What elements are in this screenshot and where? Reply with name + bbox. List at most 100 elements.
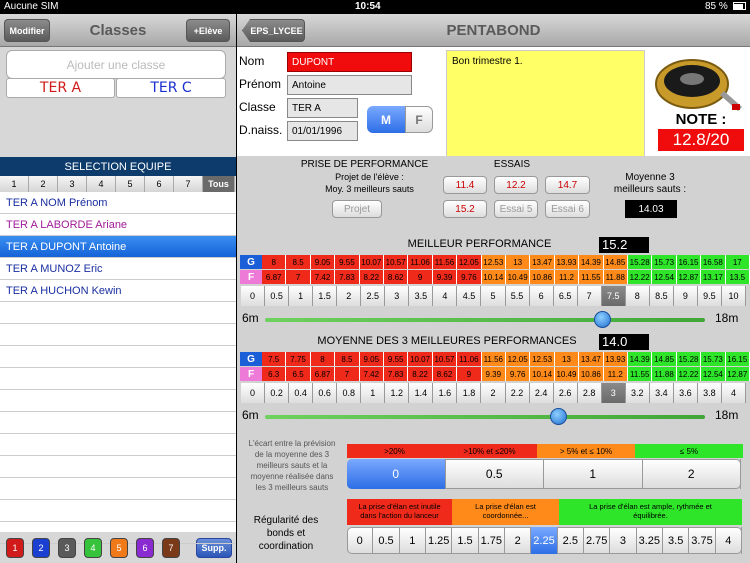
regularite-option[interactable]: 2.5 [558, 527, 584, 554]
avg-scale-option[interactable]: 1.2 [385, 383, 410, 403]
avg-scale-option[interactable]: 2 [481, 383, 506, 403]
team-color-button-6[interactable]: 6 [136, 538, 154, 558]
avg-scale-option[interactable]: 0.2 [265, 383, 290, 403]
avg-scale-option[interactable]: 3 [601, 383, 626, 403]
best-scale-option[interactable]: 3.5 [409, 286, 434, 306]
best-scale-option[interactable]: 6.5 [553, 286, 578, 306]
comment-box[interactable]: Bon trimestre 1. [446, 50, 645, 157]
regularite-option[interactable]: 1.5 [452, 527, 479, 554]
avg-scale-option[interactable]: 1 [361, 383, 386, 403]
nom-field[interactable]: DUPONT [287, 52, 412, 72]
team-tab-4[interactable]: 4 [87, 176, 116, 192]
ecart-option[interactable]: 1 [544, 459, 643, 489]
class-button-ter-a[interactable]: TER A [6, 78, 115, 98]
avg-scale-option[interactable]: 3.8 [697, 383, 722, 403]
best-scale-option[interactable]: 2 [337, 286, 362, 306]
team-tab-1[interactable]: 1 [0, 176, 29, 192]
avg-scale-option[interactable]: 1.6 [433, 383, 458, 403]
best-scale-option[interactable]: 10 [721, 286, 746, 306]
essai-6[interactable]: Essai 6 [545, 200, 590, 218]
ecart-option[interactable]: 0 [347, 459, 446, 489]
avg-scale-option[interactable]: 4 [721, 383, 746, 403]
team-tab-tous[interactable]: Tous [203, 176, 235, 192]
student-row[interactable]: TER A HUCHON Kewin [0, 280, 236, 302]
gender-m-button[interactable]: M [367, 106, 405, 133]
best-scale-option[interactable]: 5.5 [505, 286, 530, 306]
regularite-option[interactable]: 3.75 [689, 527, 716, 554]
regularite-option[interactable]: 3.25 [637, 527, 663, 554]
avg-scale-option[interactable]: 3.2 [625, 383, 650, 403]
avg-scale-option[interactable]: 1.4 [409, 383, 434, 403]
avg-scale-option[interactable]: 2.8 [577, 383, 602, 403]
team-color-button-3[interactable]: 3 [58, 538, 76, 558]
regularite-option[interactable]: 0.5 [373, 527, 400, 554]
best-scale-option[interactable]: 9.5 [697, 286, 722, 306]
avg-scale-option[interactable]: 3.6 [673, 383, 698, 403]
best-scale-option[interactable]: 2.5 [361, 286, 386, 306]
ecart-option[interactable]: 0.5 [446, 459, 544, 489]
regularite-option[interactable]: 4 [716, 527, 742, 554]
best-scale-option[interactable]: 8.5 [649, 286, 674, 306]
essai-5[interactable]: Essai 5 [494, 200, 538, 218]
avg-scale-option[interactable]: 2.4 [529, 383, 554, 403]
regularite-option[interactable]: 3 [610, 527, 637, 554]
class-button-ter-c[interactable]: TER C [116, 78, 226, 98]
team-color-button-1[interactable]: 1 [6, 538, 24, 558]
essai-3[interactable]: 14.7 [545, 176, 590, 194]
best-scale-option[interactable]: 9 [673, 286, 698, 306]
regularite-option[interactable]: 3.5 [663, 527, 690, 554]
add-class-input[interactable]: Ajouter une classe [6, 50, 226, 79]
best-scale-option[interactable]: 1.5 [313, 286, 338, 306]
ecart-option[interactable]: 2 [643, 459, 741, 489]
best-scale-option[interactable]: 0 [241, 286, 266, 306]
avg-scale-option[interactable]: 0.8 [337, 383, 362, 403]
best-scale-option[interactable]: 1 [289, 286, 314, 306]
student-row[interactable]: TER A MUNOZ Eric [0, 258, 236, 280]
regularite-option[interactable]: 1.75 [479, 527, 505, 554]
regularite-option[interactable]: 0 [347, 527, 374, 554]
essai-1[interactable]: 11.4 [443, 176, 487, 194]
prenom-field[interactable]: Antoine [287, 75, 412, 95]
student-row[interactable]: TER A DUPONT Antoine [0, 236, 236, 258]
essai-4[interactable]: 15.2 [443, 200, 487, 218]
team-color-button-7[interactable]: 7 [162, 538, 180, 558]
best-scale-option[interactable]: 6 [529, 286, 554, 306]
avg-scale-option[interactable]: 0 [241, 383, 266, 403]
dnaiss-field[interactable]: 01/01/1996 [287, 121, 358, 141]
best-f-cell: 7.42 [310, 270, 336, 284]
regularite-option[interactable]: 1.25 [426, 527, 453, 554]
add-student-button[interactable]: +Elève [186, 19, 230, 42]
best-scale-option[interactable]: 4 [433, 286, 458, 306]
team-tab-2[interactable]: 2 [29, 176, 58, 192]
student-row[interactable]: TER A NOM Prénom [0, 192, 236, 214]
best-scale-option[interactable]: 0.5 [265, 286, 290, 306]
avg-scale-option[interactable]: 3.4 [649, 383, 674, 403]
regularite-option[interactable]: 2.25 [531, 527, 558, 554]
team-tab-7[interactable]: 7 [174, 176, 203, 192]
avg-scale-option[interactable]: 2.2 [505, 383, 530, 403]
regularite-option[interactable]: 2.75 [584, 527, 611, 554]
team-color-button-2[interactable]: 2 [32, 538, 50, 558]
team-tab-3[interactable]: 3 [58, 176, 87, 192]
classe-field[interactable]: TER A [287, 98, 358, 118]
regularite-option[interactable]: 2 [505, 527, 532, 554]
best-scale-option[interactable]: 8 [625, 286, 650, 306]
best-scale-option[interactable]: 7 [577, 286, 602, 306]
best-scale-option[interactable]: 5 [481, 286, 506, 306]
regularite-option[interactable]: 1 [400, 527, 426, 554]
best-scale-option[interactable]: 4.5 [457, 286, 482, 306]
team-color-button-5[interactable]: 5 [110, 538, 128, 558]
best-scale-option[interactable]: 3 [385, 286, 410, 306]
avg-scale-option[interactable]: 1.8 [457, 383, 482, 403]
avg-scale-option[interactable]: 2.6 [553, 383, 578, 403]
avg-scale-option[interactable]: 0.6 [313, 383, 338, 403]
student-row[interactable]: TER A LABORDE Ariane [0, 214, 236, 236]
gender-f-button[interactable]: F [405, 106, 433, 133]
best-scale-option[interactable]: 7.5 [601, 286, 626, 306]
avg-scale-option[interactable]: 0.4 [289, 383, 314, 403]
team-color-button-4[interactable]: 4 [84, 538, 102, 558]
essai-2[interactable]: 12.2 [494, 176, 538, 194]
team-tab-6[interactable]: 6 [145, 176, 174, 192]
team-tab-5[interactable]: 5 [116, 176, 145, 192]
projet-button[interactable]: Projet [332, 200, 382, 218]
